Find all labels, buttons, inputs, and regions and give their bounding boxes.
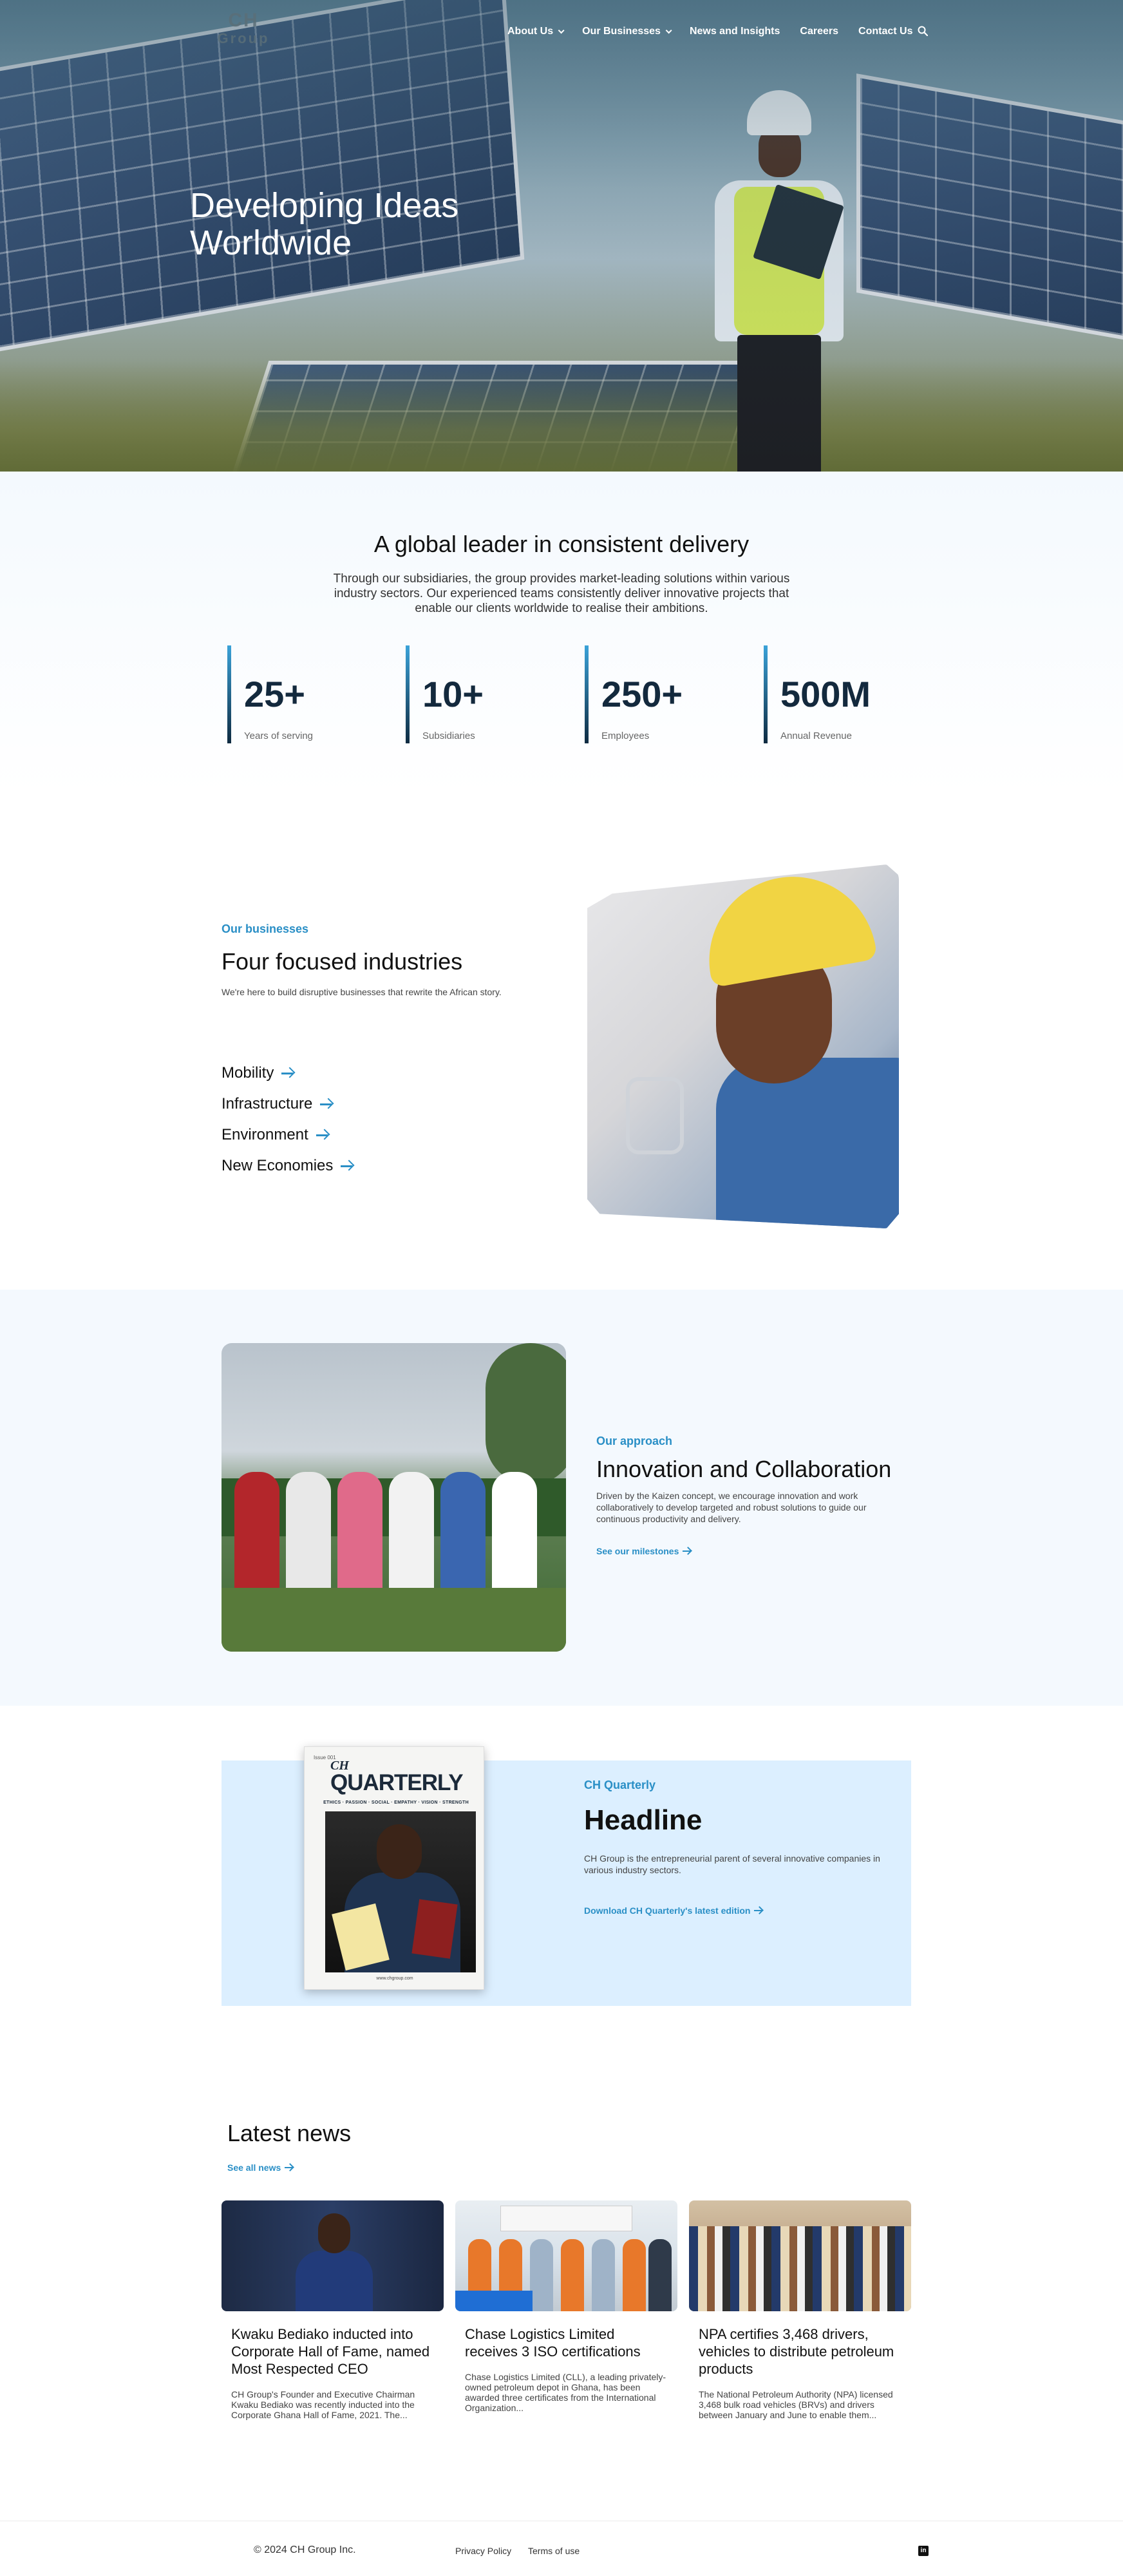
chevron-down-icon bbox=[665, 26, 672, 33]
quarterly-title: Headline bbox=[584, 1804, 703, 1836]
industry-link-label: New Economies bbox=[222, 1157, 334, 1174]
news-card[interactable]: Chase Logistics Limited receives 3 ISO c… bbox=[455, 2200, 677, 2413]
hero-section: CH Group About Us Our Businesses News an… bbox=[0, 0, 1123, 472]
stat-years: 25+ Years of serving bbox=[227, 645, 314, 743]
arrow-right-icon bbox=[320, 1098, 333, 1111]
news-title: Latest news bbox=[227, 2120, 352, 2146]
see-milestones-link[interactable]: See our milestones bbox=[596, 1546, 692, 1556]
nav-item-label: Careers bbox=[800, 26, 839, 37]
quarterly-eyebrow: CH Quarterly bbox=[584, 1779, 656, 1791]
stats-title: A global leader in consistent delivery bbox=[373, 531, 750, 557]
news-card[interactable]: NPA certifies 3,468 drivers, vehicles to… bbox=[689, 2200, 911, 2420]
news-card-title: Kwaku Bediako inducted into Corporate Ha… bbox=[231, 2326, 430, 2377]
approach-section: Our approach Innovation and Collaboratio… bbox=[0, 1290, 1123, 1706]
industry-link-label: Infrastructure bbox=[222, 1095, 313, 1112]
logo-line-2: Group bbox=[217, 30, 270, 46]
industry-links: Mobility Infrastructure Environment New … bbox=[222, 1058, 354, 1181]
approach-subtitle: Driven by the Kaizen concept, we encoura… bbox=[596, 1491, 867, 1524]
industry-link-infrastructure[interactable]: Infrastructure bbox=[222, 1089, 354, 1120]
approach-title: Innovation and Collaboration bbox=[596, 1456, 892, 1482]
businesses-title: Four focused industries bbox=[222, 948, 463, 975]
news-card-image bbox=[689, 2200, 911, 2311]
businesses-eyebrow: Our businesses bbox=[222, 922, 309, 935]
copyright: © 2024 CH Group Inc. bbox=[254, 2544, 356, 2555]
hero-title-line-2: Worldwide bbox=[190, 224, 352, 262]
stat-employees: 250+ Employees bbox=[585, 645, 683, 743]
search-icon[interactable] bbox=[918, 26, 928, 36]
arrow-right-icon bbox=[341, 1159, 354, 1172]
news-card-title: Chase Logistics Limited receives 3 ISO c… bbox=[465, 2326, 641, 2360]
stats-lead: Through our subsidiaries, the group prov… bbox=[333, 572, 790, 615]
industry-link-label: Mobility bbox=[222, 1064, 274, 1082]
industry-link-label: Environment bbox=[222, 1126, 308, 1143]
nav-item-label: Our Businesses bbox=[582, 26, 661, 37]
top-navigation: CH Group About Us Our Businesses News an… bbox=[0, 0, 1123, 64]
news-card-excerpt: Chase Logistics Limited (CLL), a leading… bbox=[465, 2372, 666, 2413]
download-quarterly-label: Download CH Quarterly's latest edition bbox=[584, 1905, 751, 1916]
linkedin-icon[interactable]: in bbox=[918, 2546, 929, 2556]
magazine-tagline: ETHICS · PASSION · SOCIAL · EMPATHY · VI… bbox=[323, 1800, 469, 1805]
see-milestones-label: See our milestones bbox=[596, 1546, 679, 1556]
team-celebration-image bbox=[222, 1343, 566, 1652]
arrow-right-icon bbox=[285, 2163, 294, 2172]
industry-link-new-economies[interactable]: New Economies bbox=[222, 1150, 354, 1181]
arrow-right-icon bbox=[281, 1067, 294, 1080]
stat-label: Subsidiaries bbox=[422, 730, 475, 741]
logo[interactable]: CH Group bbox=[211, 10, 276, 48]
arrow-right-icon bbox=[754, 1906, 763, 1915]
news-card-title: NPA certifies 3,468 drivers, vehicles to… bbox=[699, 2326, 894, 2377]
businesses-worker-image bbox=[587, 864, 899, 1228]
stat-value: 10+ bbox=[422, 674, 484, 714]
industry-link-environment[interactable]: Environment bbox=[222, 1120, 354, 1150]
nav-item-label: Contact Us bbox=[858, 26, 913, 37]
stats-section: A global leader in consistent delivery T… bbox=[0, 472, 1123, 794]
businesses-section: Our businesses Four focused industries W… bbox=[0, 794, 1123, 1290]
quarterly-subtitle: CH Group is the entrepreneurial parent o… bbox=[584, 1853, 880, 1875]
news-card-excerpt: The National Petroleum Authority (NPA) l… bbox=[699, 2389, 893, 2420]
stat-label: Employees bbox=[601, 730, 650, 741]
see-all-news-link[interactable]: See all news bbox=[227, 2162, 294, 2173]
nav-item-news-and-insights[interactable]: News and Insights bbox=[690, 26, 780, 37]
news-card-excerpt: CH Group's Founder and Executive Chairma… bbox=[231, 2389, 415, 2420]
arrow-right-icon bbox=[316, 1129, 329, 1141]
stat-revenue: 500M Annual Revenue bbox=[764, 645, 871, 743]
privacy-policy-link[interactable]: Privacy Policy bbox=[455, 2546, 511, 2556]
stat-value: 500M bbox=[780, 674, 871, 714]
hero-title-line-1: Developing Ideas bbox=[190, 186, 459, 225]
nav-item-our-businesses[interactable]: Our Businesses bbox=[582, 26, 672, 37]
hero-title: Developing Ideas Worldwide bbox=[190, 187, 641, 262]
arrow-right-icon bbox=[683, 1547, 692, 1556]
stat-value: 250+ bbox=[601, 674, 683, 714]
industry-link-mobility[interactable]: Mobility bbox=[222, 1058, 354, 1089]
logo-line-1: CH bbox=[228, 10, 259, 31]
stat-subsidiaries: 10+ Subsidiaries bbox=[406, 645, 484, 743]
magazine-footer: www.chgroup.com bbox=[376, 1976, 413, 1981]
nav-item-label: About Us bbox=[507, 26, 554, 37]
approach-eyebrow: Our approach bbox=[596, 1435, 673, 1447]
nav-item-label: News and Insights bbox=[689, 26, 780, 37]
terms-of-use-link[interactable]: Terms of use bbox=[528, 2546, 580, 2556]
businesses-subtitle: We're here to build disruptive businesse… bbox=[222, 987, 502, 997]
news-card-image bbox=[455, 2200, 677, 2311]
nav-item-about-us[interactable]: About Us bbox=[507, 26, 565, 37]
main-menu: About Us Our Businesses News and Insight… bbox=[507, 26, 932, 37]
stat-value: 25+ bbox=[244, 674, 305, 714]
chevron-down-icon bbox=[558, 26, 565, 33]
nav-item-contact-us[interactable]: Contact Us bbox=[858, 26, 912, 37]
news-card-image bbox=[222, 2200, 444, 2311]
magazine-cover[interactable]: Issue 001 CH QUARTERLY ETHICS · PASSION … bbox=[304, 1746, 484, 1990]
nav-item-careers[interactable]: Careers bbox=[800, 26, 838, 37]
news-card[interactable]: Kwaku Bediako inducted into Corporate Ha… bbox=[222, 2200, 444, 2420]
magazine-title: QUARTERLY bbox=[330, 1770, 464, 1795]
quarterly-section: Issue 001 CH QUARTERLY ETHICS · PASSION … bbox=[222, 1746, 911, 2006]
stat-label: Annual Revenue bbox=[780, 730, 852, 741]
see-all-news-label: See all news bbox=[227, 2162, 281, 2173]
stat-label: Years of serving bbox=[244, 730, 314, 741]
magazine-cover-photo bbox=[325, 1811, 476, 1972]
download-quarterly-link[interactable]: Download CH Quarterly's latest edition bbox=[584, 1905, 763, 1916]
